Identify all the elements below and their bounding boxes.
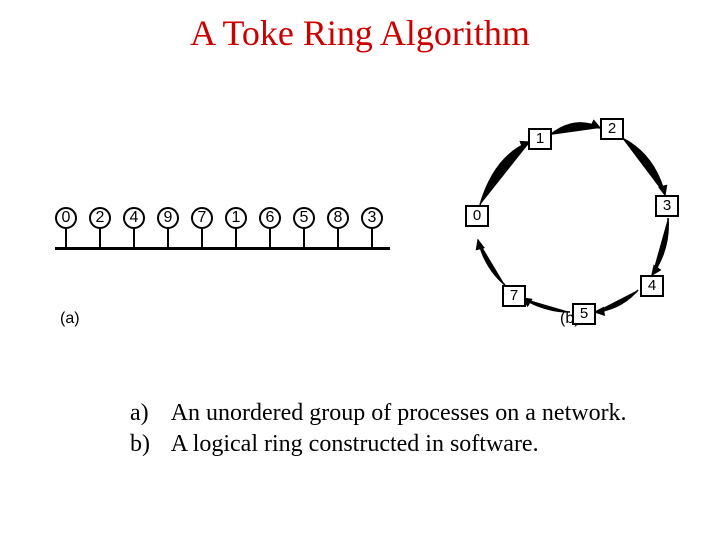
- process-id: 0: [55, 207, 77, 229]
- caption-b: b) A logical ring constructed in softwar…: [130, 431, 627, 458]
- slide-title: A Toke Ring Algorithm: [0, 12, 720, 54]
- process-node: 2: [89, 207, 111, 247]
- process-node: 6: [259, 207, 281, 247]
- process-node: 3: [361, 207, 383, 247]
- process-stem: [371, 229, 373, 247]
- ring-node: 2: [600, 118, 624, 140]
- figure-b: 0 1 2 3 4 5 6 3 7: [440, 100, 690, 330]
- process-stem: [235, 229, 237, 247]
- process-id: 4: [123, 207, 145, 229]
- process-stem: [133, 229, 135, 247]
- process-node: 5: [293, 207, 315, 247]
- process-node: 0: [55, 207, 77, 247]
- process-id: 8: [327, 207, 349, 229]
- process-id: 5: [293, 207, 315, 229]
- process-node: 4: [123, 207, 145, 247]
- process-id: 7: [191, 207, 213, 229]
- process-stem: [269, 229, 271, 247]
- process-id: 9: [157, 207, 179, 229]
- process-node: 1: [225, 207, 247, 247]
- process-id: 1: [225, 207, 247, 229]
- ring-node: 5: [572, 303, 596, 325]
- process-stem: [167, 229, 169, 247]
- ring-node: 7: [502, 285, 526, 307]
- ring-node: 3: [655, 195, 679, 217]
- caption-a-text: An unordered group of processes on a net…: [171, 400, 627, 426]
- process-stem: [65, 229, 67, 247]
- process-node: 9: [157, 207, 179, 247]
- process-id: 3: [361, 207, 383, 229]
- ring-node: 4: [640, 275, 664, 297]
- caption-a-letter: a): [130, 400, 166, 427]
- ring-node: 1: [528, 128, 552, 150]
- caption-b-letter: b): [130, 431, 166, 458]
- process-node: 7: [191, 207, 213, 247]
- process-node: 8: [327, 207, 349, 247]
- process-id: 6: [259, 207, 281, 229]
- process-stem: [201, 229, 203, 247]
- process-id: 2: [89, 207, 111, 229]
- figure-a: 0 2 4 9 7 1 6: [55, 155, 395, 295]
- bus-line: [55, 247, 390, 250]
- figure-a-label: (a): [60, 310, 80, 328]
- process-stem: [99, 229, 101, 247]
- caption-a: a) An unordered group of processes on a …: [130, 400, 627, 427]
- process-stem: [337, 229, 339, 247]
- caption-b-text: A logical ring constructed in software.: [171, 431, 539, 457]
- caption-list: a) An unordered group of processes on a …: [130, 400, 627, 462]
- process-stem: [303, 229, 305, 247]
- ring-node: 0: [465, 205, 489, 227]
